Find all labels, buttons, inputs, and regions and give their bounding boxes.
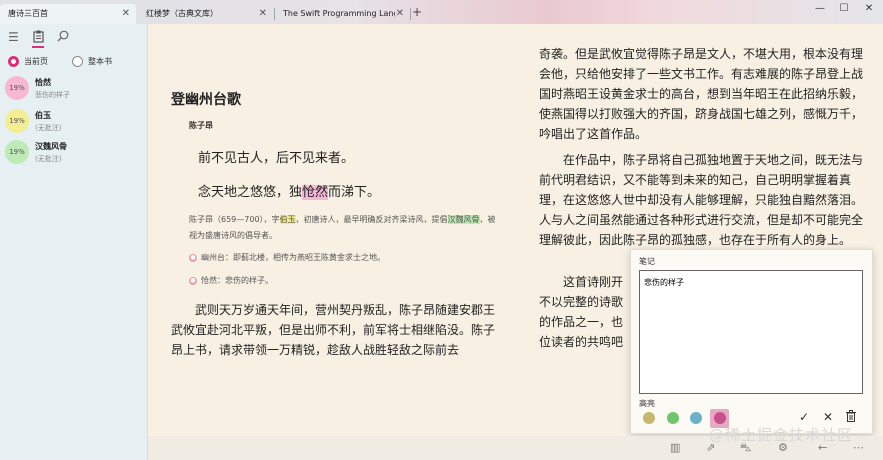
tab-label: The Swift Programming Language (S (283, 9, 395, 18)
scope-current-label: 当前页 (24, 57, 48, 66)
close-window-button[interactable]: ✕ (861, 3, 877, 14)
highlight-color-blue[interactable] (690, 412, 702, 424)
poem-text: 念天地之悠悠，独 (198, 185, 303, 200)
scope-whole-book-radio[interactable]: 整本书 (72, 56, 112, 67)
annotation-item[interactable]: 19% 恰然 悲伤的样子 (5, 76, 70, 100)
footnote: ● 幽州台：即蓟北楼，相传为燕昭王陈黄金求士之地。 (189, 252, 385, 263)
maximize-button[interactable]: ☐ (836, 3, 852, 14)
paragraph-text: 不以完整的诗歌 (539, 295, 624, 309)
note-label: 笔记 (639, 257, 655, 266)
tab-hongloumeng[interactable]: 红楼梦（古典文库） ✕ (138, 4, 273, 24)
paragraph-text: 位读者的共鸣吧 (539, 335, 624, 349)
cancel-icon[interactable]: ✕ (823, 410, 833, 424)
footnote-marker-icon: ● (189, 276, 197, 285)
more-icon[interactable]: ⋯ (853, 441, 864, 454)
highlight-label: 高亮 (639, 399, 655, 408)
scope-current-page-radio[interactable]: 当前页 (8, 56, 48, 67)
footnote-marker-icon: ● (189, 253, 197, 262)
clipboard-icon[interactable] (33, 30, 44, 46)
highlighted-word[interactable]: 汉魏风骨 (447, 215, 480, 224)
menu-icon[interactable]: ☰ (8, 30, 19, 44)
tab-tangshi[interactable]: 唐诗三百首 ✕ (0, 4, 136, 24)
close-tab-icon[interactable]: ✕ (259, 4, 267, 24)
highlight-color-pink[interactable] (714, 412, 726, 424)
paragraph-text: 的作品之一，也 (539, 315, 624, 329)
progress-badge: 19% (5, 109, 29, 133)
title-bar: 唐诗三百首 ✕ 红楼梦（古典文库） ✕ The Swift Programmin… (0, 0, 883, 24)
book-info-icon[interactable]: ▥ (670, 441, 680, 454)
highlighted-word[interactable]: 怆然 (302, 185, 329, 200)
poem-line-1: 前不见古人，后不见来者。 (198, 151, 355, 166)
footnote-text: 幽州台：即蓟北楼，相传为燕昭王陈黄金求士之地。 (201, 253, 385, 262)
poem-line-2: 念天地之悠悠，独怆然而涕下。 (198, 181, 380, 200)
radio-unselected-icon (72, 56, 83, 67)
tab-label: 唐诗三百首 (8, 9, 48, 18)
poem-title: 登幽州台歌 (171, 92, 241, 108)
tab-label: 红楼梦（古典文库） (146, 9, 218, 18)
scope-book-label: 整本书 (88, 57, 112, 66)
paragraph: 奇袭。但是武攸宜觉得陈子昂是文人，不堪大用，根本没有理会他，只给他安排了一些文书… (539, 44, 867, 144)
tab-swift[interactable]: The Swift Programming Language (S ✕ (275, 4, 410, 24)
watermark: @稀土掘金技术社区 (709, 426, 854, 444)
poem-author: 陈子昂 (189, 121, 213, 130)
paragraph: 在作品中，陈子昂将自己孤独地置于天地之间，既无法与前代明君结识，又不能等到未来的… (539, 150, 867, 250)
close-tab-icon[interactable]: ✕ (122, 4, 130, 24)
tab-divider (410, 8, 411, 20)
bio-text: ，初唐诗人，最早明确反对齐梁诗风，提倡 (295, 215, 448, 224)
highlight-color-yellow[interactable] (643, 412, 655, 424)
annotation-title: 伯玉 (35, 110, 51, 120)
annotation-item[interactable]: 19% 伯玉 (无批注) (5, 109, 61, 133)
annotation-note: (无批注) (35, 123, 62, 132)
note-input[interactable] (639, 270, 863, 394)
author-bio: 陈子昂（659—700），字伯玉，初唐诗人，最早明确反对齐梁诗风，提倡汉魏风骨，… (189, 212, 501, 244)
annotation-title: 汉魏风骨 (35, 141, 67, 151)
footnote-text: 怆然：悲伤的样子。 (201, 276, 273, 285)
paragraph-text: 奇袭。但是武攸宜觉得陈子昂是文人，不堪大用，根本没有理会他，只给他安排了一些文书… (539, 47, 864, 141)
minimize-button[interactable]: — (812, 3, 828, 14)
bio-text: 陈子昂（659—700），字 (189, 215, 280, 224)
progress-badge: 19% (5, 140, 29, 164)
note-editor-panel: 笔记 高亮 ✓ ✕ (630, 249, 873, 434)
annotation-item[interactable]: 19% 汉魏风骨 (无批注) (5, 140, 67, 164)
annotation-sidebar: ☰ 当前页 整本书 19% 恰然 悲伤的样子 19% 伯玉 (无批注) 19% … (0, 24, 148, 460)
paragraph: 这首诗刚开 不以完整的诗歌 的作品之一，也 位读者的共鸣吧 (539, 272, 634, 352)
highlight-color-green[interactable] (667, 412, 679, 424)
footnote: ● 怆然：悲伤的样子。 (189, 275, 273, 286)
active-view-indicator (32, 46, 44, 48)
poem-text: 而涕下。 (328, 185, 381, 200)
close-tab-icon[interactable]: ✕ (396, 4, 404, 24)
annotation-note: (无批注) (35, 154, 62, 163)
paragraph-text: 在作品中，陈子昂将自己孤独地置于天地之间，既无法与前代明君结识，又不能等到未来的… (539, 153, 864, 247)
paragraph: 武则天万岁通天年间，营州契丹叛乱，陈子昂随建安郡王武攸宜赴河北平叛，但是出师不利… (171, 300, 501, 360)
new-tab-button[interactable]: + (412, 4, 422, 20)
confirm-icon[interactable]: ✓ (799, 410, 809, 424)
delete-icon[interactable] (846, 410, 856, 425)
radio-selected-icon (8, 56, 19, 67)
highlighted-word[interactable]: 伯玉 (279, 215, 296, 224)
annotation-title: 恰然 (35, 77, 51, 87)
search-icon[interactable] (57, 30, 69, 45)
progress-badge: 19% (5, 76, 29, 100)
paragraph-text: 武则天万岁通天年间，营州契丹叛乱，陈子昂随建安郡王武攸宜赴河北平叛，但是出师不利… (171, 303, 496, 357)
annotation-note: 悲伤的样子 (35, 90, 70, 99)
paragraph-text: 这首诗刚开 (563, 275, 624, 289)
